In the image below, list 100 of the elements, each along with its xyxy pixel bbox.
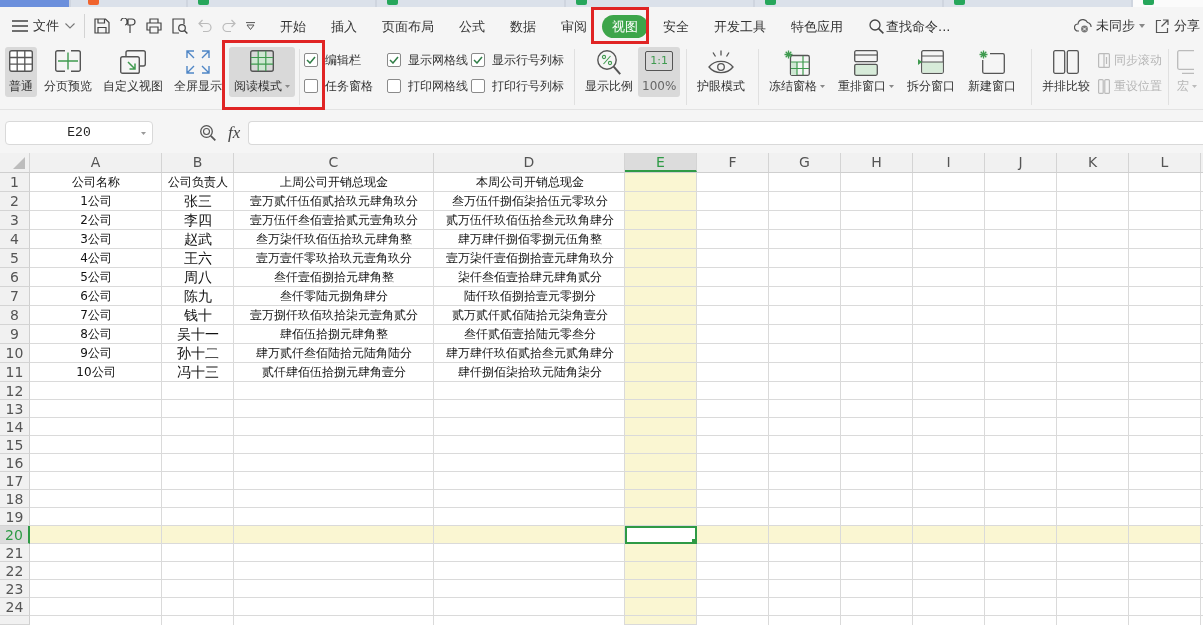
command-search-field[interactable]: 查找命令... [884, 18, 970, 34]
column-header[interactable]: G [769, 153, 841, 172]
highlighted-cell[interactable] [769, 526, 841, 544]
highlighted-cell[interactable] [625, 268, 697, 287]
highlighted-cell[interactable] [162, 526, 234, 544]
column-header[interactable]: J [985, 153, 1057, 172]
normal-view-button[interactable]: 普通 [5, 47, 37, 97]
highlighted-cell[interactable] [625, 616, 697, 625]
column-header[interactable]: C [234, 153, 434, 172]
checkbox-label[interactable]: 显示行号列标 [492, 51, 564, 69]
highlighted-cell[interactable] [625, 287, 697, 306]
row-number[interactable]: 4 [0, 230, 30, 249]
document-tab[interactable] [71, 0, 186, 7]
highlighted-cell[interactable] [985, 526, 1057, 544]
redo-icon[interactable] [222, 19, 236, 33]
eye-protection-button[interactable]: 护眼模式 [693, 47, 750, 97]
column-header[interactable]: B [162, 153, 234, 172]
checkbox-label[interactable]: 编辑栏 [325, 51, 361, 69]
zoom-button[interactable]: 显示比例 [581, 47, 637, 97]
highlighted-cell[interactable] [1129, 526, 1201, 544]
highlighted-cell[interactable] [625, 436, 697, 454]
highlighted-cell[interactable] [625, 598, 697, 616]
highlighted-cell[interactable] [625, 325, 697, 344]
menu-tab[interactable]: 数据 [499, 14, 546, 38]
row-number[interactable]: 13 [0, 400, 30, 418]
document-tab[interactable] [188, 0, 375, 7]
document-tab[interactable] [755, 0, 942, 7]
row-number[interactable]: 8 [0, 306, 30, 325]
row-number[interactable]: 3 [0, 211, 30, 230]
highlighted-cell[interactable] [625, 400, 697, 418]
highlighted-cell[interactable] [625, 562, 697, 580]
save-icon[interactable] [94, 18, 110, 34]
full-screen-button[interactable]: 全屏显示 [170, 47, 226, 97]
freeze-panes-button[interactable]: 冻结窗格 [765, 47, 830, 97]
zoom-icon[interactable] [200, 124, 216, 141]
custom-view-button[interactable]: 自定义视图 [99, 47, 167, 97]
menu-tab[interactable]: 特色应用 [780, 14, 853, 38]
row-number[interactable]: 15 [0, 436, 30, 454]
menu-tab[interactable]: 插入 [320, 14, 367, 38]
row-number[interactable]: 5 [0, 249, 30, 268]
row-number[interactable]: 11 [0, 363, 30, 382]
highlighted-cell[interactable] [625, 490, 697, 508]
menu-tab[interactable]: 公式 [448, 14, 495, 38]
highlighted-cell[interactable] [625, 249, 697, 268]
column-header[interactable]: I [913, 153, 985, 172]
print-icon[interactable] [146, 18, 162, 34]
highlighted-cell[interactable] [625, 418, 697, 436]
highlighted-cell[interactable] [30, 526, 162, 544]
dropdown-icon[interactable] [246, 22, 255, 30]
menu-tab[interactable]: 安全 [652, 14, 699, 38]
selected-cell[interactable] [625, 526, 697, 544]
paint-brush-icon[interactable] [120, 18, 136, 34]
split-window-button[interactable]: 拆分窗口 [903, 47, 960, 97]
row-number[interactable]: 6 [0, 268, 30, 287]
column-header[interactable]: K [1057, 153, 1129, 172]
highlighted-cell[interactable] [625, 173, 697, 192]
home-tab[interactable] [0, 0, 69, 7]
function-button[interactable]: fx [228, 122, 241, 143]
highlighted-cell[interactable] [625, 454, 697, 472]
document-tab[interactable] [1133, 0, 1203, 7]
row-number[interactable]: 7 [0, 287, 30, 306]
row-number[interactable]: 19 [0, 508, 30, 526]
highlighted-cell[interactable] [625, 230, 697, 249]
highlighted-cell[interactable] [697, 526, 769, 544]
column-header[interactable]: H [841, 153, 913, 172]
column-header[interactable]: L [1129, 153, 1201, 172]
highlighted-cell[interactable] [434, 526, 625, 544]
checkbox[interactable] [304, 79, 318, 93]
highlighted-cell[interactable] [625, 544, 697, 562]
share-button[interactable]: 分享 [1155, 14, 1200, 38]
row-number[interactable]: 1 [0, 173, 30, 192]
cell-name-box[interactable]: E20 [5, 120, 153, 145]
document-tab[interactable] [944, 0, 1131, 7]
new-window-button[interactable]: 新建窗口 [964, 47, 1021, 97]
fill-handle[interactable] [692, 539, 697, 544]
menu-tab[interactable]: 开始 [269, 14, 316, 38]
highlighted-cell[interactable] [625, 382, 697, 400]
side-by-side-button[interactable]: 并排比较 [1038, 47, 1095, 97]
file-menu-button[interactable]: 文件 [12, 14, 75, 38]
checkbox-label[interactable]: 任务窗格 [325, 77, 373, 95]
checkbox[interactable] [304, 53, 318, 67]
checkbox[interactable] [387, 53, 401, 67]
row-number[interactable]: 22 [0, 562, 30, 580]
highlighted-cell[interactable] [625, 508, 697, 526]
row-number[interactable]: 23 [0, 580, 30, 598]
highlighted-cell[interactable] [625, 363, 697, 382]
row-number[interactable]: 17 [0, 472, 30, 490]
highlighted-cell[interactable] [841, 526, 913, 544]
document-tab[interactable] [566, 0, 753, 7]
arrange-windows-button[interactable]: 重排窗口 [834, 47, 899, 97]
row-header[interactable] [0, 616, 30, 625]
column-header[interactable]: A [30, 153, 162, 172]
menu-tab[interactable]: 开发工具 [703, 14, 776, 38]
page-preview-button[interactable]: 分页预览 [40, 47, 96, 97]
document-tab[interactable] [377, 0, 564, 7]
highlighted-cell[interactable] [625, 472, 697, 490]
highlighted-cell[interactable] [625, 211, 697, 230]
checkbox[interactable] [471, 53, 485, 67]
highlighted-cell[interactable] [234, 526, 434, 544]
menu-tab[interactable]: 审阅 [550, 14, 597, 38]
